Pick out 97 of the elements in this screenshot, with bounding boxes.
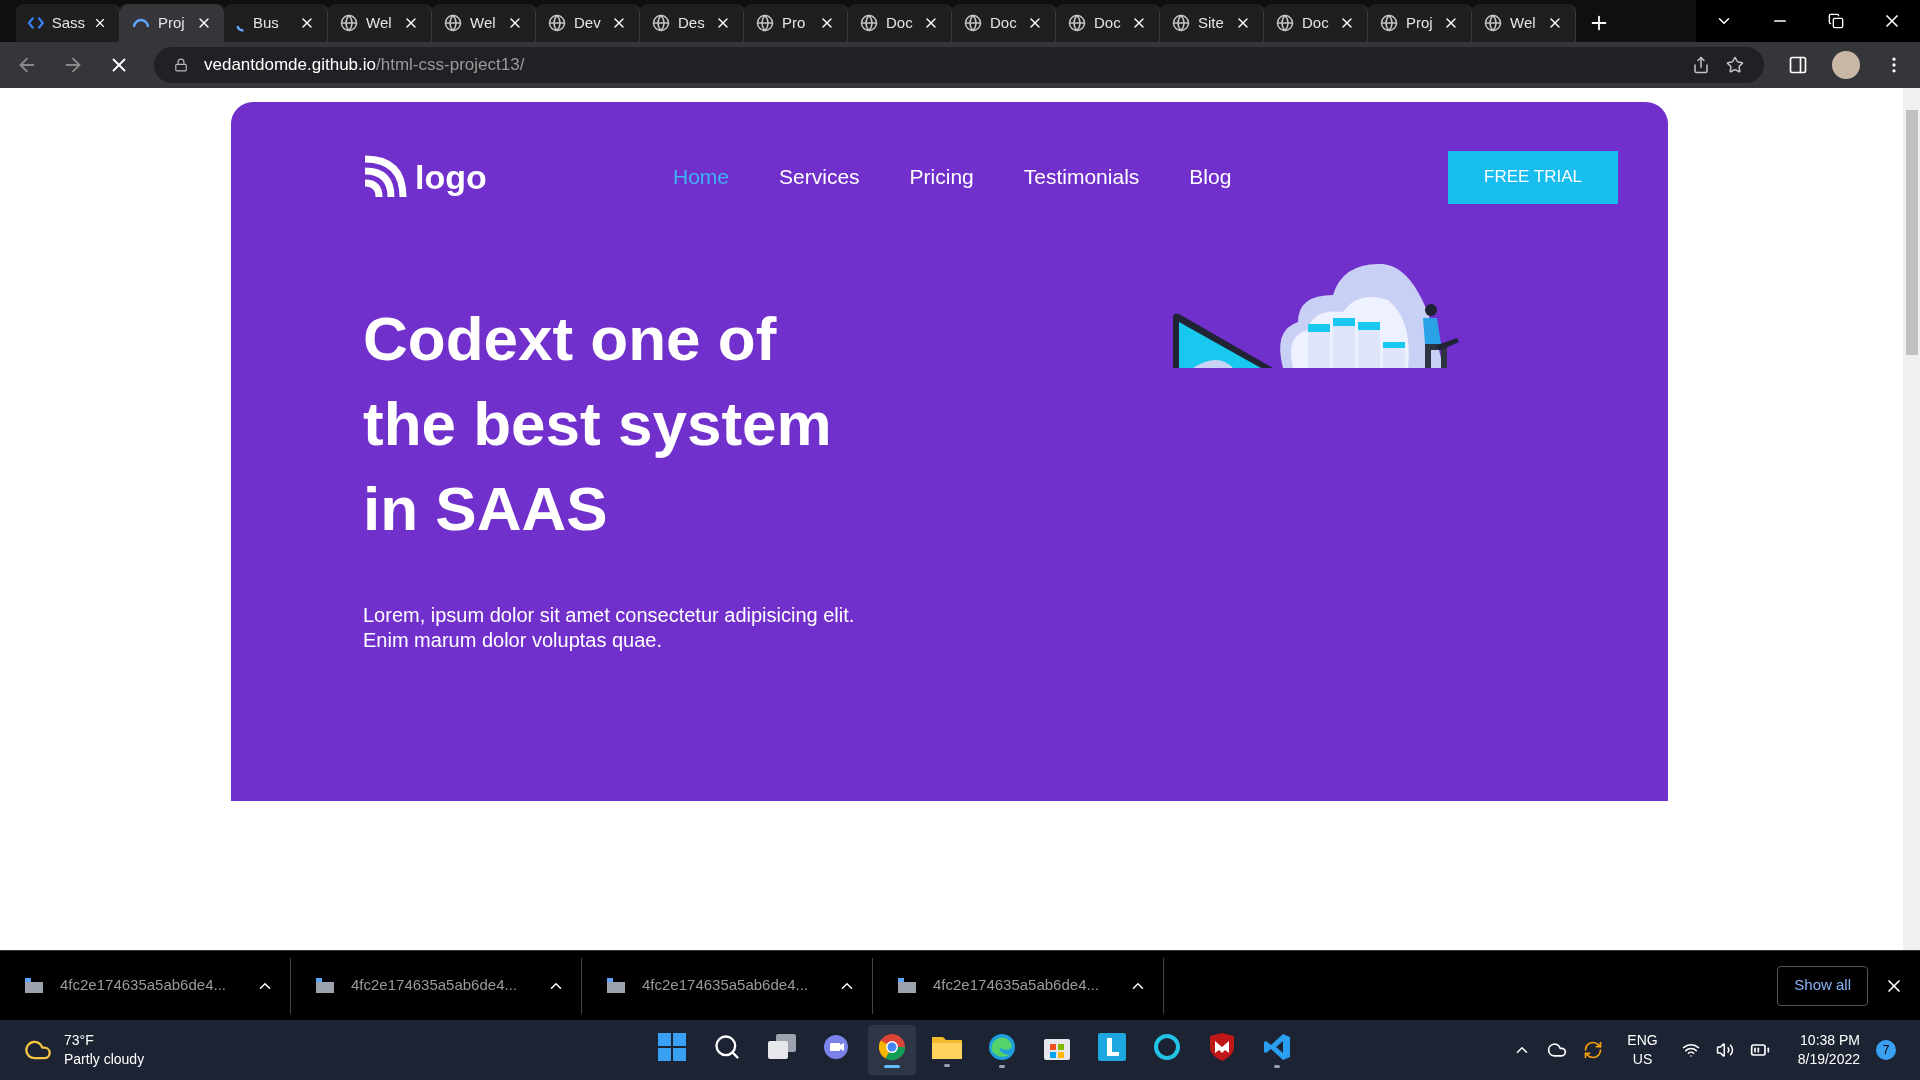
globe-icon	[1484, 14, 1502, 32]
logo-text: logo	[415, 156, 487, 198]
tab-title: Proj	[1406, 12, 1434, 33]
sync-icon[interactable]	[1583, 1040, 1604, 1060]
code-icon	[28, 14, 44, 32]
file-icon	[24, 977, 44, 994]
code-editor-icon	[1263, 1032, 1291, 1061]
tab-title: Doc	[1094, 12, 1122, 33]
browser-tab[interactable]: Proj	[120, 4, 224, 42]
search-icon	[713, 1032, 741, 1061]
chat-camera-icon	[823, 1033, 851, 1060]
browser-tab[interactable]: Wel	[328, 4, 432, 42]
download-filename: 4fc2e174635a5ab6de4...	[933, 975, 1100, 996]
browser-tab[interactable]: Wel	[1472, 4, 1576, 42]
globe-icon	[652, 14, 670, 32]
download-filename: 4fc2e174635a5ab6de4...	[60, 975, 227, 996]
browser-tab[interactable]: Bus	[224, 4, 328, 42]
browser-tab[interactable]: Dev	[536, 4, 640, 42]
url-text: vedantdomde.github.io/html-css-project13/	[204, 54, 525, 77]
tab-title: Bus	[253, 12, 280, 33]
browser-tab[interactable]: Doc	[1264, 4, 1368, 42]
browser-tab[interactable]: Proj	[1368, 4, 1472, 42]
browser-tab[interactable]: Pro	[744, 4, 848, 42]
chrome-icon	[878, 1032, 906, 1061]
region-code: US	[1632, 1050, 1653, 1069]
browser-tab[interactable]: Doc	[1056, 4, 1160, 42]
show-all-button[interactable]: Show all	[1777, 965, 1868, 1006]
clock-time: 10:38 PM	[1800, 1031, 1860, 1050]
nav-link[interactable]: Testimonials	[1023, 161, 1140, 193]
lock-icon	[174, 58, 188, 72]
browser-tab[interactable]: Sass	[16, 4, 120, 42]
hero-headline: Codext one of the best system in SAAS	[363, 303, 833, 545]
nav-link[interactable]: Blog	[1189, 161, 1232, 193]
windows-logo-icon	[658, 1032, 686, 1061]
share-icon[interactable]	[1692, 56, 1710, 74]
globe-icon	[1068, 14, 1086, 32]
tab-title: Proj	[158, 12, 186, 33]
notification-badge[interactable]: 7	[1876, 1040, 1896, 1060]
globe-icon	[860, 14, 878, 32]
globe-icon	[340, 14, 358, 32]
task-view-icon	[768, 1033, 796, 1060]
file-icon	[315, 977, 335, 994]
tab-title: Wel	[1510, 12, 1537, 33]
globe-icon	[756, 14, 774, 32]
language-code: ENG	[1627, 1031, 1658, 1050]
browser-tab[interactable]: Doc	[952, 4, 1056, 42]
shield-icon	[1209, 1032, 1235, 1061]
download-item[interactable]: 4fc2e174635a5ab6de4...	[582, 957, 873, 1014]
logo-mark-icon	[363, 155, 407, 199]
nav-link[interactable]: Pricing	[909, 161, 974, 193]
volume-icon[interactable]	[1715, 1041, 1734, 1059]
tab-title: Wel	[470, 12, 497, 33]
loading-spinner-icon	[236, 24, 245, 32]
globe-icon	[1380, 14, 1398, 32]
nav-link[interactable]: Services	[779, 161, 860, 193]
tab-title: Wel	[366, 12, 393, 33]
download-item[interactable]: 4fc2e174635a5ab6de4...	[0, 957, 291, 1014]
globe-icon	[1172, 14, 1190, 32]
clock-date: 8/19/2022	[1797, 1050, 1860, 1069]
globe-icon	[548, 14, 566, 32]
tab-title: Doc	[1302, 12, 1330, 33]
profile-avatar[interactable]	[1832, 51, 1860, 79]
letter-tile-icon	[1098, 1032, 1126, 1061]
globe-icon	[964, 14, 982, 32]
hero-description: Lorem, ipsum dolor sit amet consectetur adipisicing elit. Enim marum dolor voluptas quae.	[363, 603, 856, 653]
tab-title: Dev	[574, 12, 602, 33]
download-filename: 4fc2e174635a5ab6de4...	[642, 975, 809, 996]
bookmark-star-icon[interactable]	[1726, 56, 1744, 74]
address-bar[interactable]: vedantdomde.github.io/html-css-project13/	[154, 47, 1764, 83]
browser-tab[interactable]: Wel	[432, 4, 536, 42]
wifi-icon[interactable]	[1681, 1041, 1700, 1059]
tab-title: Doc	[886, 12, 914, 33]
side-panel-icon[interactable]	[1788, 55, 1808, 75]
weather-temperature: 73°F	[64, 1031, 95, 1050]
download-filename: 4fc2e174635a5ab6de4...	[351, 975, 518, 996]
ring-icon	[1153, 1032, 1181, 1061]
taskbar-app[interactable]	[868, 1025, 916, 1075]
globe-icon	[444, 14, 462, 32]
file-icon	[606, 977, 626, 994]
tab-title: Site	[1198, 12, 1225, 33]
browser-tab[interactable]: Doc	[848, 4, 952, 42]
edge-browser-icon	[988, 1032, 1016, 1061]
tab-title: Doc	[990, 12, 1018, 33]
browser-tab[interactable]: Site	[1160, 4, 1264, 42]
download-item[interactable]: 4fc2e174635a5ab6de4...	[873, 957, 1164, 1014]
tab-title: Pro	[782, 12, 807, 33]
file-icon	[897, 977, 917, 994]
loading-spinner-icon	[132, 18, 150, 28]
restore-icon[interactable]	[1828, 13, 1844, 29]
weather-condition: Partly cloudy	[64, 1050, 145, 1069]
download-item[interactable]: 4fc2e174635a5ab6de4...	[291, 957, 582, 1014]
tab-title: Des	[678, 12, 706, 33]
tab-title: Sass	[51, 12, 86, 33]
globe-icon	[1276, 14, 1294, 32]
scrollbar[interactable]	[1903, 88, 1920, 950]
browser-tab[interactable]: Des	[640, 4, 744, 42]
cloud-icon[interactable]	[1547, 1040, 1568, 1060]
